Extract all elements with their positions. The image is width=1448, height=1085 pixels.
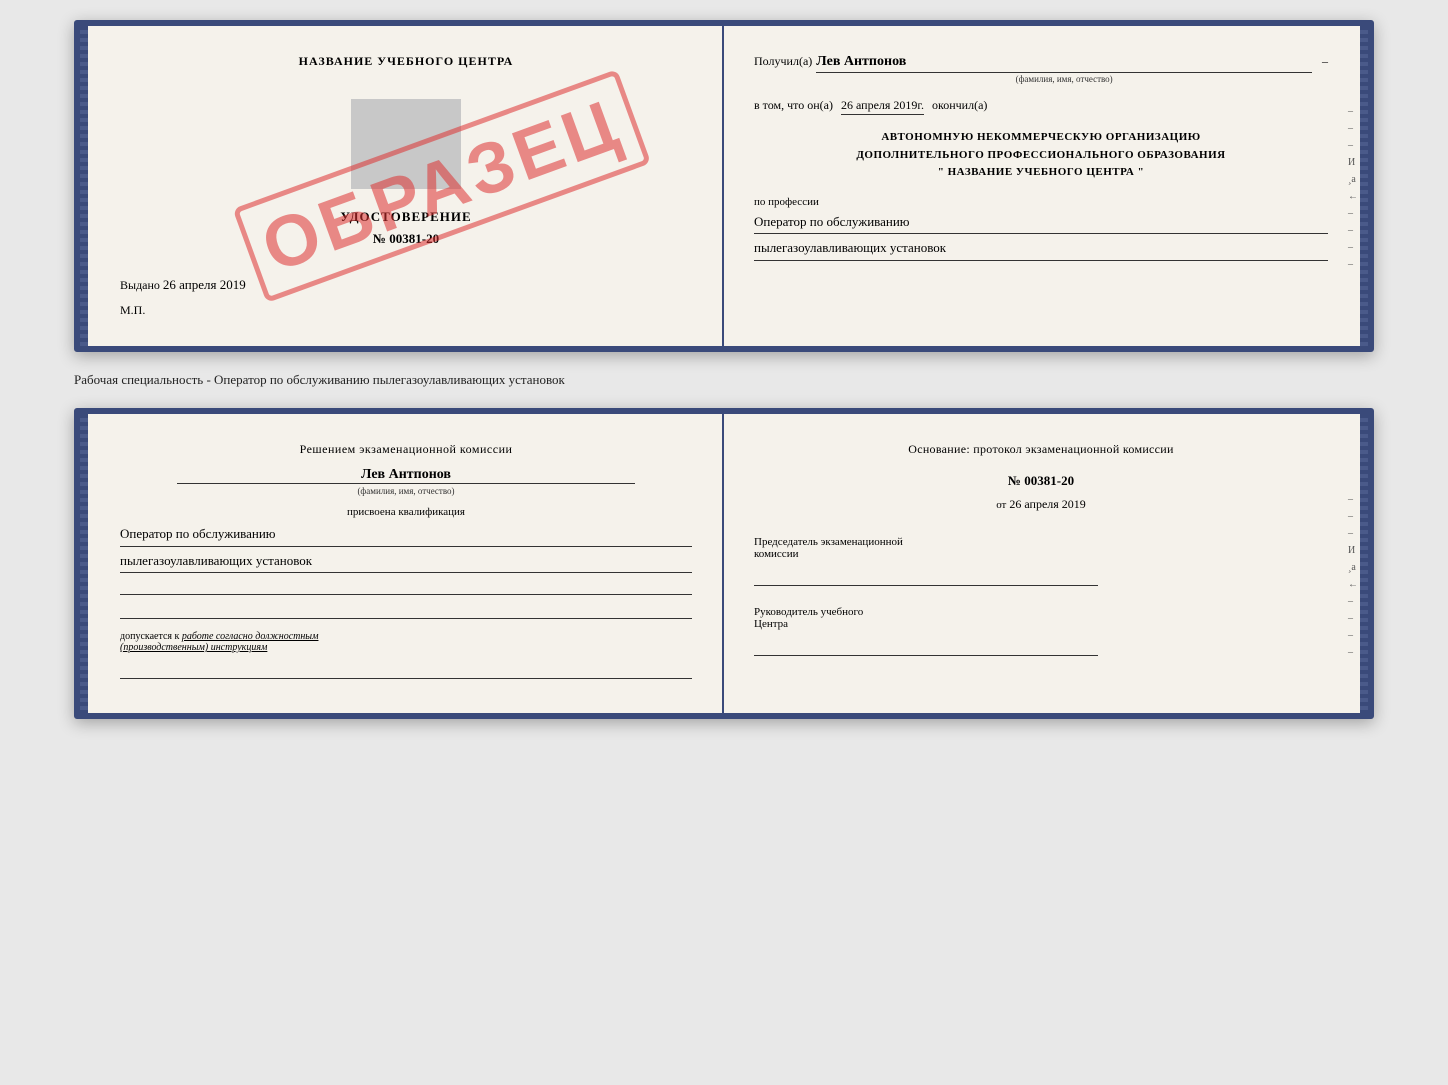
protocol-date-prefix: от	[996, 499, 1006, 511]
top-document-book: НАЗВАНИЕ УЧЕБНОГО ЦЕНТРА УДОСТОВЕРЕНИЕ №…	[74, 20, 1374, 352]
допускается-value: работе согласно должностным	[182, 631, 319, 642]
qualification-line2: пылегазоулавливающих установок	[120, 551, 692, 574]
qualification-label: присвоена квалификация	[120, 506, 692, 518]
photo-placeholder	[351, 99, 461, 189]
org-line2: ДОПОЛНИТЕЛЬНОГО ПРОФЕССИОНАЛЬНОГО ОБРАЗО…	[754, 147, 1328, 165]
qualification-line1: Оператор по обслуживанию	[120, 524, 692, 547]
profession-line1: Оператор по обслуживанию	[754, 212, 1328, 235]
person-name-hint: (фамилия, имя, отчество)	[120, 486, 692, 496]
side-marks: – – – И ¸а ← – – – –	[1348, 106, 1358, 270]
допускается-text: допускается к работе согласно должностны…	[120, 631, 692, 653]
received-label: Получил(а)	[754, 54, 812, 69]
name-hint: (фамилия, имя, отчество)	[816, 74, 1312, 84]
date-value: 26 апреля 2019г.	[841, 98, 924, 115]
chairman-label2: комиссии	[754, 548, 1328, 560]
blank-line-3	[120, 661, 692, 679]
director-label2: Центра	[754, 618, 1328, 630]
profession-line2: пылегазоулавливающих установок	[754, 238, 1328, 261]
recipient-line: Получил(а) Лев Антпонов (фамилия, имя, о…	[754, 54, 1328, 84]
org-line1: АВТОНОМНУЮ НЕКОММЕРЧЕСКУЮ ОРГАНИЗАЦИЮ	[754, 129, 1328, 147]
blank-line-2	[120, 601, 692, 619]
document-number: № 00381-20	[120, 231, 692, 247]
osnov-label: Основание: протокол экзаменационной коми…	[754, 442, 1328, 457]
training-center-title: НАЗВАНИЕ УЧЕБНОГО ЦЕНТРА	[120, 54, 692, 69]
chairman-block: Председатель экзаменационной комиссии	[754, 536, 1328, 586]
date-suffix: окончил(а)	[932, 98, 987, 113]
date-prefix: в том, что он(а)	[754, 98, 833, 113]
bottom-document-book: Решением экзаменационной комиссии Лев Ан…	[74, 408, 1374, 719]
decision-text: Решением экзаменационной комиссии	[120, 442, 692, 457]
completion-date-line: в том, что он(а) 26 апреля 2019г. окончи…	[754, 98, 1328, 115]
spine-bottom-right	[1360, 414, 1368, 713]
director-signature-line	[754, 638, 1098, 656]
org-block: АВТОНОМНУЮ НЕКОММЕРЧЕСКУЮ ОРГАНИЗАЦИЮ ДО…	[754, 129, 1328, 182]
issued-label: Выдано	[120, 278, 160, 292]
side-marks-bottom: – – – И ¸а ← – – – –	[1348, 494, 1358, 658]
bottom-book-left-panel: Решением экзаменационной комиссии Лев Ан…	[80, 414, 724, 713]
director-block: Руководитель учебного Центра	[754, 606, 1328, 656]
spine-right	[1360, 26, 1368, 346]
bottom-book-right-panel: Основание: протокол экзаменационной коми…	[724, 414, 1368, 713]
org-name: " НАЗВАНИЕ УЧЕБНОГО ЦЕНТРА "	[754, 164, 1328, 182]
chairman-label: Председатель экзаменационной	[754, 536, 1328, 548]
director-label: Руководитель учебного	[754, 606, 1328, 618]
top-book-left-panel: НАЗВАНИЕ УЧЕБНОГО ЦЕНТРА УДОСТОВЕРЕНИЕ №…	[80, 26, 724, 346]
document-title: УДОСТОВЕРЕНИЕ	[120, 209, 692, 225]
recipient-name: Лев Антпонов	[816, 54, 1312, 73]
issued-date: 26 апреля 2019	[163, 277, 246, 292]
допускается-prefix: допускается к	[120, 631, 179, 642]
issued-line: Выдано 26 апреля 2019	[120, 277, 692, 293]
chairman-signature-line	[754, 568, 1098, 586]
person-name-bottom: Лев Антпонов	[177, 467, 635, 484]
protocol-number: № 00381-20	[754, 473, 1328, 489]
top-book-right-panel: Получил(а) Лев Антпонов (фамилия, имя, о…	[724, 26, 1368, 346]
protocol-date: от 26 апреля 2019	[754, 497, 1328, 512]
blank-line-1	[120, 577, 692, 595]
mp-label: М.П.	[120, 303, 692, 318]
separator-text: Рабочая специальность - Оператор по обсл…	[74, 370, 1374, 390]
производственным: (производственным) инструкциям	[120, 642, 267, 653]
profession-label: по профессии	[754, 196, 1328, 208]
protocol-date-value: 26 апреля 2019	[1009, 497, 1085, 511]
